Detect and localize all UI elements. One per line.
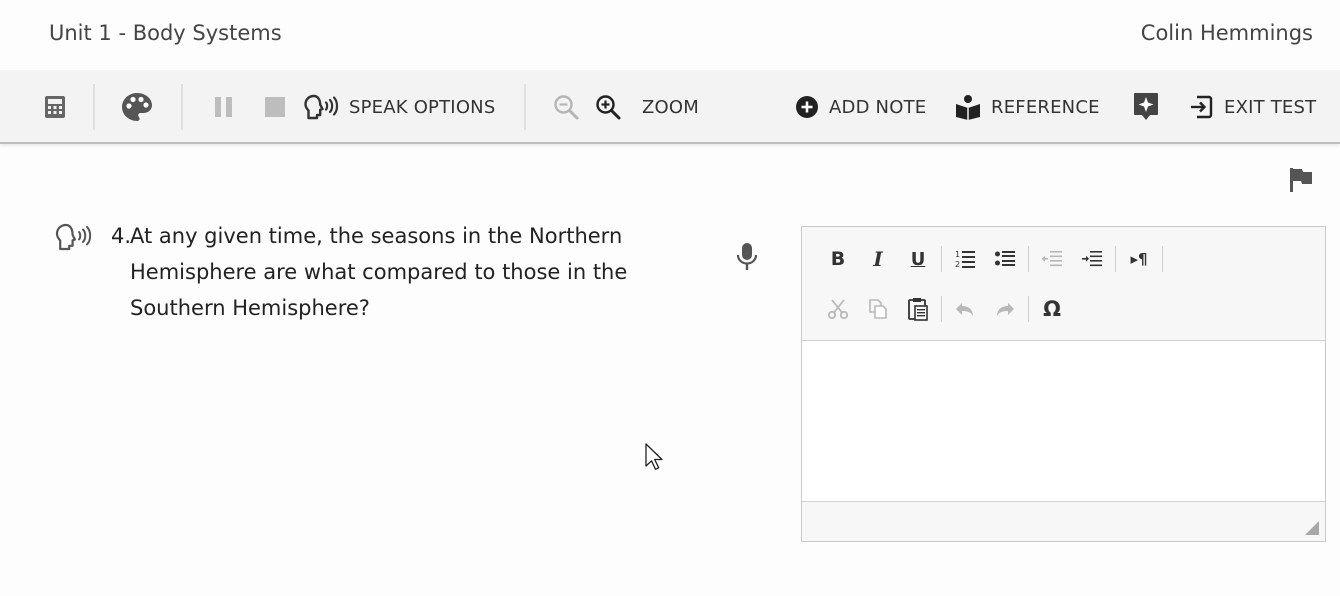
calculator-button[interactable] (44, 70, 66, 144)
zoom-in-icon (594, 93, 622, 121)
header-bar: Unit 1 - Body Systems Colin Hemmings (0, 0, 1340, 70)
reader-book-icon (955, 94, 981, 120)
numbered-list-icon: 1 2 (954, 248, 976, 270)
editor-statusbar (802, 501, 1325, 541)
speak-question-icon[interactable] (54, 222, 94, 252)
toolbar-divider (524, 84, 526, 130)
speak-options-button[interactable]: SPEAK OPTIONS (303, 70, 495, 144)
underline-icon: U (910, 248, 926, 270)
zoom-in-button[interactable] (594, 70, 622, 144)
unit-title: Unit 1 - Body Systems (49, 21, 282, 45)
editor-toolbar-row-1: B I U 1 2 ▸¶ (818, 241, 1166, 277)
editor-divider (1028, 246, 1029, 272)
italic-icon: I (873, 247, 883, 271)
cut-icon (827, 298, 849, 320)
stop-icon (264, 96, 286, 118)
palette-icon (120, 91, 154, 123)
toolbar-divider (93, 84, 95, 130)
outdent-button[interactable] (1032, 241, 1072, 277)
zoom-label: ZOOM (642, 96, 699, 118)
redo-icon (994, 298, 1016, 320)
bold-button[interactable]: B (818, 241, 858, 277)
calculator-icon (44, 95, 66, 119)
copy-icon (867, 298, 889, 320)
reference-label: REFERENCE (991, 96, 1100, 118)
editor-divider (1028, 296, 1029, 322)
speaking-head-icon (303, 93, 339, 121)
zoom-out-icon (552, 93, 580, 121)
test-toolbar: SPEAK OPTIONS ZOOM ADD NOTE REFERENCE EX… (0, 70, 1340, 144)
add-note-label: ADD NOTE (829, 96, 927, 118)
indent-button[interactable] (1072, 241, 1112, 277)
exit-icon (1188, 94, 1214, 120)
response-editor: B I U 1 2 ▸¶ Ω (801, 226, 1326, 542)
reference-button[interactable]: REFERENCE (955, 70, 1100, 144)
exit-test-button[interactable]: EXIT TEST (1188, 70, 1316, 144)
paragraph-direction-button[interactable]: ▸¶ (1119, 241, 1159, 277)
editor-divider (941, 246, 942, 272)
special-character-icon: Ω (1043, 297, 1061, 321)
undo-icon (954, 298, 976, 320)
user-name[interactable]: Colin Hemmings (1141, 21, 1313, 45)
paragraph-direction-icon: ▸¶ (1130, 250, 1148, 268)
redo-button[interactable] (985, 291, 1025, 327)
pause-button[interactable] (213, 70, 235, 144)
mouse-cursor-icon (645, 443, 665, 475)
question-number: 4. (111, 224, 132, 248)
paste-button[interactable] (898, 291, 938, 327)
special-character-button[interactable]: Ω (1032, 291, 1072, 327)
editor-divider (1162, 246, 1163, 272)
color-palette-button[interactable] (120, 70, 154, 144)
bold-icon: B (830, 248, 846, 270)
svg-text:2: 2 (955, 260, 960, 269)
cut-button[interactable] (818, 291, 858, 327)
stop-button[interactable] (264, 70, 286, 144)
spark-icon (1132, 91, 1160, 123)
paste-icon (907, 297, 929, 321)
speak-options-label: SPEAK OPTIONS (349, 96, 496, 118)
plus-circle-icon (795, 95, 819, 119)
toolbar-divider (181, 84, 183, 130)
spark-tool-button[interactable] (1132, 70, 1160, 144)
underline-button[interactable]: U (898, 241, 938, 277)
response-textarea[interactable] (802, 341, 1325, 501)
indent-icon (1081, 248, 1103, 270)
editor-divider (941, 296, 942, 322)
editor-toolbar: B I U 1 2 ▸¶ Ω (802, 227, 1325, 341)
undo-button[interactable] (945, 291, 985, 327)
editor-divider (1115, 246, 1116, 272)
flag-icon (1288, 166, 1314, 194)
editor-toolbar-row-2: Ω (818, 291, 1072, 327)
speech-to-text-button[interactable] (735, 242, 759, 276)
microphone-icon (735, 242, 759, 272)
numbered-list-button[interactable]: 1 2 (945, 241, 985, 277)
resize-handle-icon[interactable] (1305, 521, 1319, 535)
exit-test-label: EXIT TEST (1224, 96, 1317, 118)
italic-button[interactable]: I (858, 241, 898, 277)
zoom-out-button[interactable] (552, 70, 580, 144)
svg-text:1: 1 (955, 250, 960, 259)
bulleted-list-icon (994, 248, 1016, 270)
bulleted-list-button[interactable] (985, 241, 1025, 277)
flag-button[interactable] (1288, 166, 1314, 198)
outdent-icon (1041, 248, 1063, 270)
question-text: At any given time, the seasons in the No… (130, 224, 628, 320)
add-note-button[interactable]: ADD NOTE (795, 70, 926, 144)
pause-icon (213, 96, 235, 118)
copy-button[interactable] (858, 291, 898, 327)
